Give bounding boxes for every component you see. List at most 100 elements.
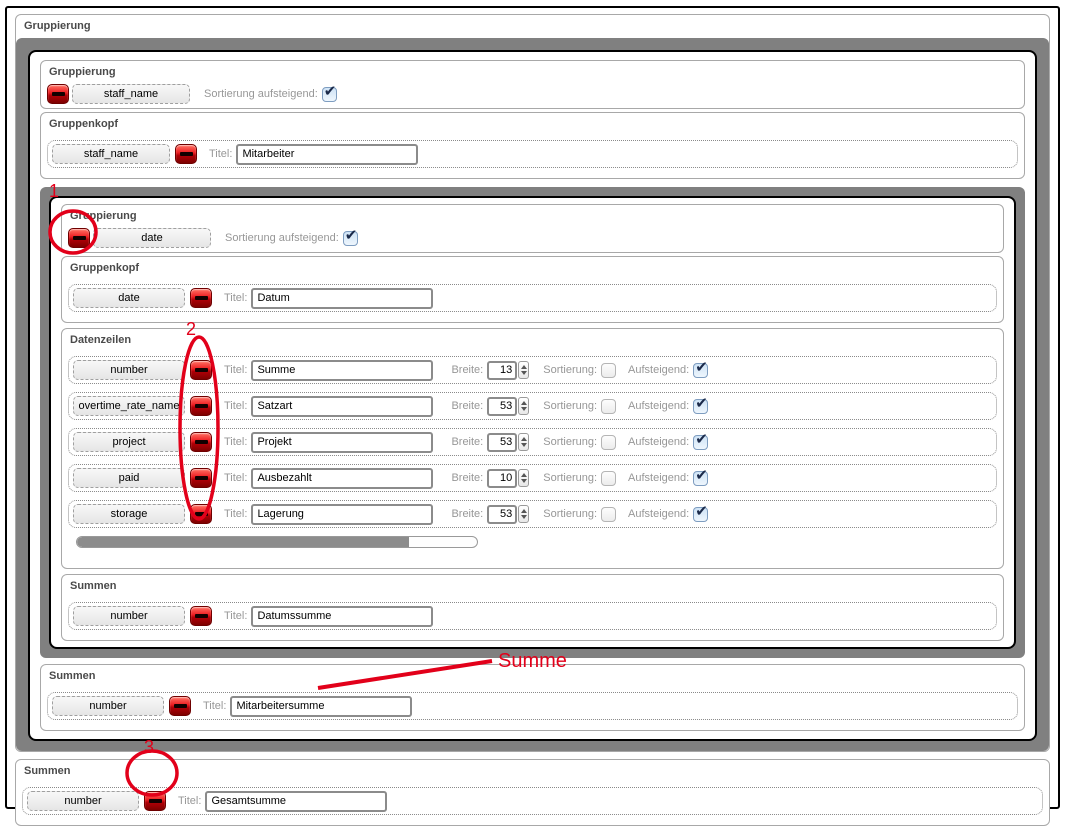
width-value[interactable]: 53 — [487, 505, 517, 524]
stepper-arrows-icon[interactable] — [518, 505, 529, 523]
width-stepper[interactable]: 53 — [487, 505, 529, 524]
title-input[interactable] — [251, 360, 433, 381]
title-label: Titel: — [203, 700, 226, 712]
data-row: storage Titel: Breite: 53 Sortierung: — [68, 500, 997, 528]
title-input[interactable] — [205, 791, 387, 812]
data-row: number Titel: Breite: 13 Sortierung: — [68, 356, 997, 384]
remove-button[interactable] — [190, 360, 212, 380]
remove-button[interactable] — [47, 84, 69, 104]
field-button-number[interactable]: number — [27, 791, 139, 811]
remove-button[interactable] — [190, 468, 212, 488]
title-input[interactable] — [251, 504, 433, 525]
width-value[interactable]: 53 — [487, 397, 517, 416]
data-row: paid Titel: Breite: 10 Sortierung: — [68, 464, 997, 492]
width-value[interactable]: 53 — [487, 433, 517, 452]
fieldset-grouping-date: Gruppierung date Sortierung aufsteigend: — [61, 204, 1004, 253]
stepper-arrows-icon[interactable] — [518, 469, 529, 487]
title-input[interactable] — [251, 288, 433, 309]
field-button-date[interactable]: date — [73, 288, 185, 308]
minus-icon — [149, 799, 162, 803]
remove-button[interactable] — [190, 606, 212, 626]
ascending-label: Aufsteigend: — [628, 508, 689, 520]
ascending-checkbox[interactable] — [693, 435, 708, 450]
title-input[interactable] — [236, 144, 418, 165]
field-button-number[interactable]: number — [52, 696, 164, 716]
remove-button[interactable] — [169, 696, 191, 716]
width-value[interactable]: 13 — [487, 361, 517, 380]
title-input[interactable] — [251, 606, 433, 627]
data-row: overtime_rate_name Titel: Breite: 53 Sor… — [68, 392, 997, 420]
width-label: Breite: — [451, 364, 483, 376]
width-label: Breite: — [451, 472, 483, 484]
remove-button[interactable] — [190, 396, 212, 416]
fieldset-summen-staff: Summen number Titel: — [40, 664, 1025, 731]
stepper-arrows-icon[interactable] — [518, 397, 529, 415]
fieldset-groupheader-date: Gruppenkopf date Titel: — [61, 256, 1004, 323]
sort-label: Sortierung: — [543, 364, 597, 376]
minus-icon — [195, 404, 208, 408]
title-label: Titel: — [209, 148, 232, 160]
title-input-annotated-summe[interactable] — [230, 696, 412, 717]
scrollbar-thumb[interactable] — [77, 537, 409, 547]
remove-button[interactable] — [175, 144, 197, 164]
width-label: Breite: — [451, 508, 483, 520]
field-button[interactable]: paid — [73, 468, 185, 488]
fieldset-legend: Summen — [41, 665, 1024, 688]
field-button-date[interactable]: date — [93, 228, 211, 248]
title-label: Titel: — [224, 400, 247, 412]
grouping-row-staff: staff_name Sortierung aufsteigend: — [41, 84, 1024, 108]
title-input[interactable] — [251, 468, 433, 489]
stepper-arrows-icon[interactable] — [518, 361, 529, 379]
minus-icon — [195, 296, 208, 300]
title-input[interactable] — [251, 432, 433, 453]
field-button[interactable]: storage — [73, 504, 185, 524]
horizontal-scrollbar[interactable] — [76, 536, 478, 548]
fieldset-datenzeilen: Datenzeilen number Titel: Breite: 13 — [61, 328, 1004, 569]
groupheader-row-date: date Titel: — [68, 284, 997, 312]
field-button[interactable]: number — [73, 360, 185, 380]
sort-checkbox[interactable] — [601, 507, 616, 522]
fieldset-grouping-staff: Gruppierung staff_name Sortierung aufste… — [40, 60, 1025, 109]
ascending-checkbox[interactable] — [693, 507, 708, 522]
fieldset-legend: Gruppenkopf — [41, 113, 1024, 136]
minus-icon — [180, 152, 193, 156]
minus-icon — [195, 512, 208, 516]
sort-checkbox[interactable] — [601, 435, 616, 450]
field-button-number[interactable]: number — [73, 606, 185, 626]
ascending-checkbox[interactable] — [693, 471, 708, 486]
sort-checkbox[interactable] — [601, 399, 616, 414]
field-button[interactable]: overtime_rate_name — [73, 396, 185, 416]
field-button-staff-name[interactable]: staff_name — [72, 84, 190, 104]
minus-icon — [195, 476, 208, 480]
ascending-checkbox[interactable] — [693, 363, 708, 378]
remove-button[interactable] — [190, 288, 212, 308]
ascending-label: Aufsteigend: — [628, 364, 689, 376]
remove-button[interactable] — [190, 432, 212, 452]
remove-button[interactable] — [190, 504, 212, 524]
group-panel-staff: Gruppierung staff_name Sortierung aufste… — [28, 50, 1037, 741]
field-button[interactable]: project — [73, 432, 185, 452]
title-label: Titel: — [224, 292, 247, 304]
title-input[interactable] — [251, 396, 433, 417]
width-stepper[interactable]: 53 — [487, 397, 529, 416]
fieldset-legend: Gruppierung — [41, 61, 1024, 84]
sort-ascending-checkbox[interactable] — [322, 87, 337, 102]
sort-checkbox[interactable] — [601, 363, 616, 378]
sort-ascending-checkbox[interactable] — [343, 231, 358, 246]
width-stepper[interactable]: 10 — [487, 469, 529, 488]
remove-button-annotated-3[interactable] — [144, 791, 166, 811]
sort-checkbox[interactable] — [601, 471, 616, 486]
group-container-staff: Gruppierung staff_name Sortierung aufste… — [16, 38, 1049, 751]
sort-label: Sortierung: — [543, 400, 597, 412]
ascending-label: Aufsteigend: — [628, 400, 689, 412]
width-stepper[interactable]: 53 — [487, 433, 529, 452]
stepper-arrows-icon[interactable] — [518, 433, 529, 451]
width-value[interactable]: 10 — [487, 469, 517, 488]
fieldset-gruppierung-outer: Gruppierung Gruppierung staff_name Sorti… — [15, 14, 1050, 752]
remove-button-annotated-1[interactable] — [68, 228, 90, 248]
sort-ascending-label: Sortierung aufsteigend: — [225, 232, 339, 244]
ascending-checkbox[interactable] — [693, 399, 708, 414]
fieldset-legend: Gruppenkopf — [62, 257, 1003, 280]
field-button-staff-name[interactable]: staff_name — [52, 144, 170, 164]
width-stepper[interactable]: 13 — [487, 361, 529, 380]
